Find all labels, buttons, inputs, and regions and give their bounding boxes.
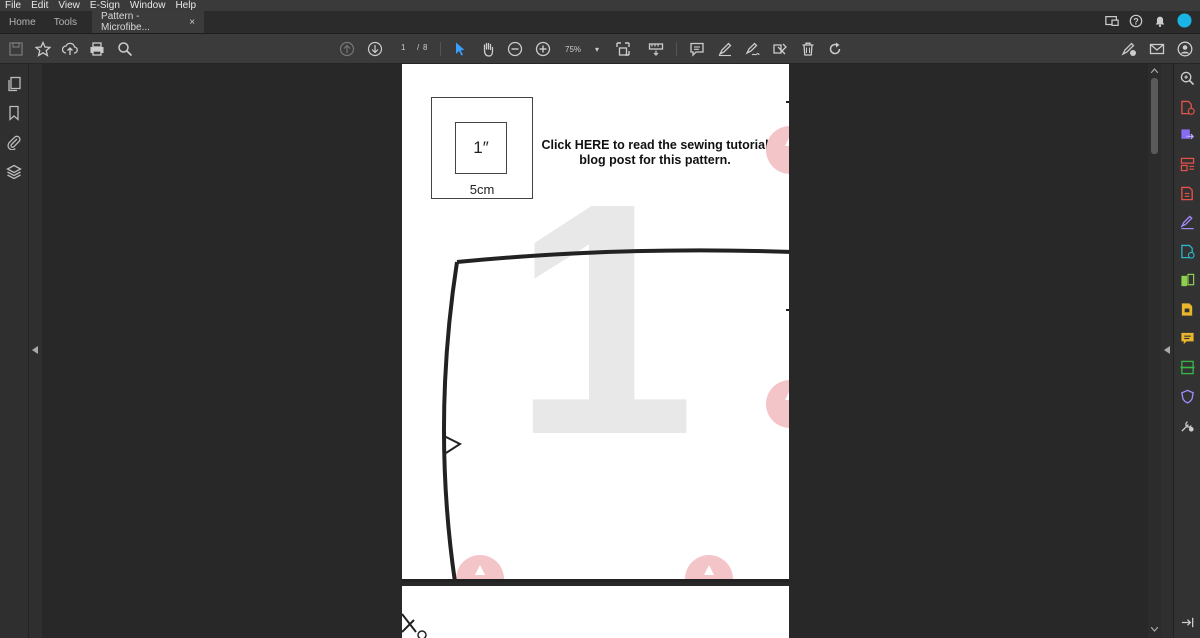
print-icon[interactable] [89, 41, 105, 57]
tab-tools[interactable]: Tools [45, 11, 86, 33]
select-arrow-icon[interactable] [452, 41, 468, 57]
scroll-up-icon[interactable] [1151, 68, 1158, 73]
pdf-page-1: 1 1″ 5cm Click HERE to read the sewing t… [402, 64, 789, 582]
share-screen-icon[interactable] [1105, 14, 1119, 31]
measure-icon[interactable] [648, 41, 664, 57]
pattern-drawing [402, 101, 789, 582]
fill-sign-tool-icon[interactable] [1180, 215, 1195, 230]
edit-pdf-icon[interactable] [1180, 186, 1195, 201]
menu-file[interactable]: File [0, 0, 26, 11]
tab-document-title: Pattern - Microfibe... [101, 11, 150, 33]
zoom-out-icon[interactable] [507, 41, 523, 57]
layers-icon[interactable] [6, 164, 22, 180]
delete-icon[interactable] [800, 41, 816, 57]
zoom-level-value: 75% [565, 44, 582, 54]
star-watermarks [456, 126, 789, 582]
pages-icon[interactable] [6, 76, 22, 92]
menu-view[interactable]: View [53, 0, 85, 11]
search-icon[interactable] [117, 41, 133, 57]
collapse-panel-icon[interactable] [1180, 615, 1195, 630]
organize-pages-icon[interactable] [1180, 157, 1195, 172]
menu-window[interactable]: Window [125, 0, 171, 11]
create-pdf-icon[interactable] [1180, 100, 1195, 115]
attachment-icon[interactable] [6, 134, 22, 151]
fill-sign-icon[interactable] [1121, 41, 1137, 57]
redact-icon[interactable] [772, 41, 788, 57]
menu-e-sign[interactable]: E-Sign [85, 0, 125, 11]
close-tab-icon[interactable]: × [189, 17, 195, 28]
expand-left-panel-icon[interactable] [32, 346, 39, 354]
notification-bell-icon[interactable] [1153, 14, 1167, 31]
page-separator: / [417, 43, 420, 52]
sign-icon[interactable] [744, 41, 760, 57]
user-avatar[interactable] [1177, 13, 1192, 31]
compare-icon[interactable] [1180, 273, 1195, 288]
svg-text:?: ? [1133, 16, 1138, 26]
page-down-icon[interactable] [367, 41, 383, 57]
menu-edit[interactable]: Edit [26, 0, 53, 11]
scroll-down-icon[interactable] [1151, 627, 1158, 632]
help-icon[interactable]: ? [1129, 14, 1143, 31]
scrollbar-thumb[interactable] [1151, 78, 1158, 154]
menu-help[interactable]: Help [170, 0, 201, 11]
fit-page-icon[interactable] [615, 41, 631, 57]
export-pdf-icon[interactable] [1180, 128, 1195, 143]
chevron-down-icon: ▾ [594, 44, 599, 54]
right-tools-rail [1173, 64, 1200, 638]
upload-icon[interactable] [62, 41, 78, 57]
rotate-icon[interactable] [827, 41, 843, 57]
page-up-icon[interactable] [339, 41, 355, 57]
mail-icon[interactable] [1149, 41, 1165, 57]
scan-icon[interactable] [1180, 360, 1195, 375]
share-user-icon[interactable] [1177, 41, 1193, 57]
highlight-icon[interactable] [717, 41, 733, 57]
tab-bar: Home Tools Pattern - Microfibe... × ? [0, 11, 1200, 34]
hand-icon[interactable] [480, 41, 496, 57]
expand-right-panel-icon[interactable] [1164, 346, 1171, 354]
comment-tool-icon[interactable] [1180, 331, 1195, 346]
toolbar-divider [676, 42, 677, 56]
menu-bar: File Edit View E-Sign Window Help [0, 0, 1200, 11]
right-panel-collapse[interactable] [1161, 64, 1173, 638]
tab-document[interactable]: Pattern - Microfibe... × [92, 11, 205, 33]
toolbar-divider [440, 42, 441, 56]
vertical-scrollbar[interactable] [1148, 64, 1161, 638]
zoom-tool-icon[interactable] [1180, 71, 1195, 86]
prepare-form-icon[interactable] [1180, 302, 1195, 317]
zoom-in-icon[interactable] [535, 41, 551, 57]
bookmark-icon[interactable] [6, 105, 22, 121]
protect-icon[interactable] [1180, 244, 1195, 259]
comment-icon[interactable] [689, 41, 705, 57]
zoom-level-dropdown[interactable]: 75% ▾ [562, 42, 602, 56]
toolbar: 1 / 8 75% ▾ [0, 34, 1200, 64]
header-actions: ? [1105, 11, 1200, 33]
scissors-icon [402, 613, 427, 638]
pdf-page-2 [402, 586, 789, 638]
total-pages: 8 [423, 43, 428, 52]
more-tools-icon[interactable] [1180, 418, 1195, 433]
star-icon[interactable] [35, 41, 51, 57]
current-page-input[interactable]: 1 [401, 43, 405, 52]
document-viewport[interactable]: 1 1″ 5cm Click HERE to read the sewing t… [42, 64, 1148, 638]
tab-home[interactable]: Home [0, 11, 45, 33]
shield-icon[interactable] [1180, 389, 1195, 404]
left-nav-rail [0, 64, 29, 638]
save-icon[interactable] [8, 41, 24, 57]
left-panel-collapse[interactable] [29, 64, 42, 638]
